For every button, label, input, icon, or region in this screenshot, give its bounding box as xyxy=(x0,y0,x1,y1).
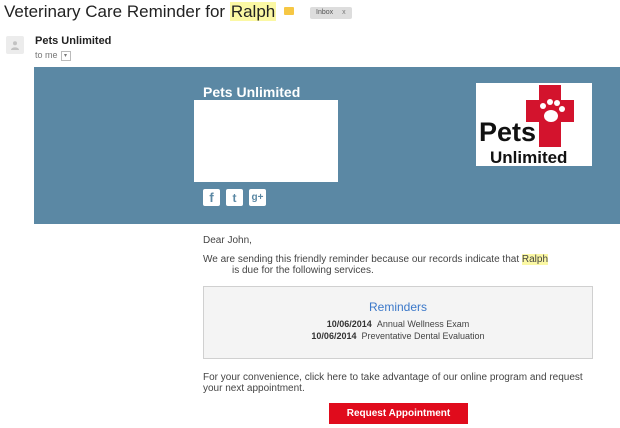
banner-brand-name: Pets Unlimited xyxy=(203,84,301,100)
recipient-text: to me xyxy=(35,50,58,60)
label-tag-icon[interactable] xyxy=(284,7,294,15)
reminder-date: 10/06/2014 xyxy=(311,331,357,341)
avatar[interactable] xyxy=(6,36,24,54)
sender-name[interactable]: Pets Unlimited xyxy=(35,35,111,47)
remove-label-button[interactable]: x xyxy=(342,9,346,16)
reminders-title: Reminders xyxy=(368,300,428,314)
recipient-line: to me ▾ xyxy=(35,50,71,61)
reminder-date: 10/06/2014 xyxy=(326,319,372,329)
intro-continuation: is due for the following services. xyxy=(232,265,374,276)
subject-prefix: Veterinary Care Reminder for xyxy=(4,2,230,21)
inbox-label-chip[interactable]: Inbox x xyxy=(310,7,352,19)
facebook-icon[interactable]: f xyxy=(203,189,220,206)
logo-word-unlimited: Unlimited xyxy=(490,148,567,166)
greeting: Dear John, xyxy=(203,235,252,246)
convenience-line-2: your next appointment. xyxy=(203,383,305,394)
logo-word-pets: Pets xyxy=(479,117,536,147)
google-plus-icon[interactable]: g+ xyxy=(249,189,266,206)
request-appointment-button[interactable]: Request Appointment xyxy=(329,403,468,424)
intro-pet-name: Ralph xyxy=(521,254,549,265)
email-subject: Veterinary Care Reminder for Ralph xyxy=(4,2,277,22)
logo-graphic: Pets Unlimited xyxy=(479,85,574,166)
banner-image-placeholder xyxy=(194,100,338,182)
pets-unlimited-logo: Pets Unlimited xyxy=(476,83,592,166)
inbox-label-text: Inbox xyxy=(316,9,334,16)
recipient-details-dropdown[interactable]: ▾ xyxy=(60,50,71,61)
twitter-icon[interactable]: t xyxy=(226,189,243,206)
convenience-line-1: For your convenience, click here to take… xyxy=(203,372,583,383)
intro-text: We are sending this friendly reminder be… xyxy=(203,254,522,265)
subject-pet-name: Ralph xyxy=(229,2,277,21)
reminder-service: Annual Wellness Exam xyxy=(376,319,470,329)
convenience-text[interactable]: For your convenience, click here to take… xyxy=(203,372,583,394)
reminder-row: 10/06/2014 Annual Wellness Exam xyxy=(203,319,593,329)
reminder-row: 10/06/2014 Preventative Dental Evaluatio… xyxy=(203,331,593,341)
person-icon xyxy=(11,41,19,50)
reminder-service: Preventative Dental Evaluation xyxy=(361,331,485,341)
